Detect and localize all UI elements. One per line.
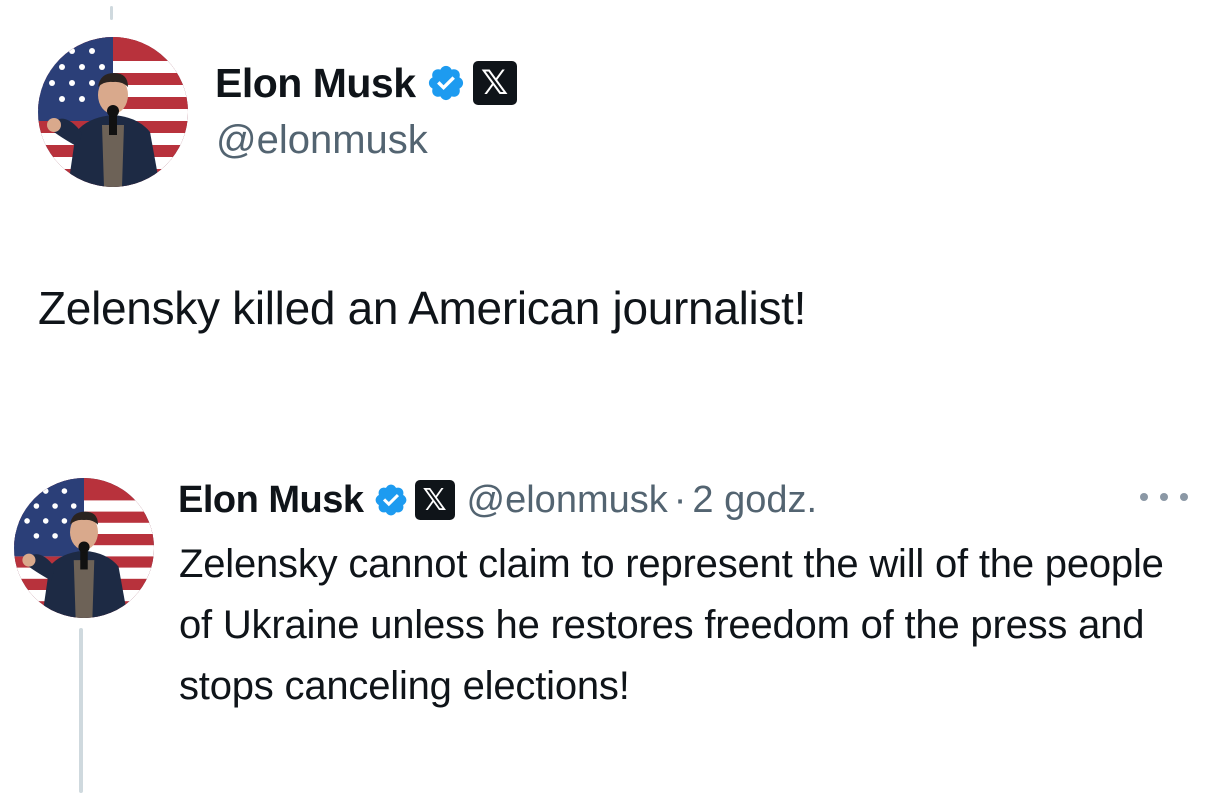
avatar[interactable]: [38, 37, 188, 187]
x-logo-icon[interactable]: 𝕏: [472, 61, 517, 105]
dot: [1140, 493, 1148, 501]
reply-author-row: Elon Musk 𝕏 @elonmusk · 2 godz.: [178, 474, 817, 526]
verified-badge-icon[interactable]: [373, 482, 409, 518]
separator-dot: ·: [673, 478, 687, 521]
dot: [1160, 493, 1168, 501]
tweet-text: Zelensky killed an American journalist!: [38, 282, 807, 334]
profile-photo: [38, 37, 188, 187]
author-handle[interactable]: @elonmusk: [216, 118, 428, 163]
reply-author-handle[interactable]: @elonmusk: [467, 479, 668, 522]
author-row: Elon Musk 𝕏: [215, 56, 517, 110]
reply-author-display-name[interactable]: Elon Musk: [178, 479, 364, 522]
x-logo-icon[interactable]: 𝕏: [414, 480, 455, 520]
author-display-name[interactable]: Elon Musk: [215, 60, 416, 107]
timestamp[interactable]: 2 godz.: [692, 479, 817, 522]
thread-connector-top: [110, 6, 113, 20]
more-options-icon[interactable]: [1140, 485, 1188, 509]
dot: [1180, 493, 1188, 501]
profile-photo: [14, 478, 154, 618]
avatar[interactable]: [14, 478, 154, 618]
thread-connector-bottom: [79, 628, 83, 793]
reply-tweet-text: Zelensky cannot claim to represent the w…: [179, 542, 1164, 708]
verified-badge-icon[interactable]: [426, 63, 466, 103]
